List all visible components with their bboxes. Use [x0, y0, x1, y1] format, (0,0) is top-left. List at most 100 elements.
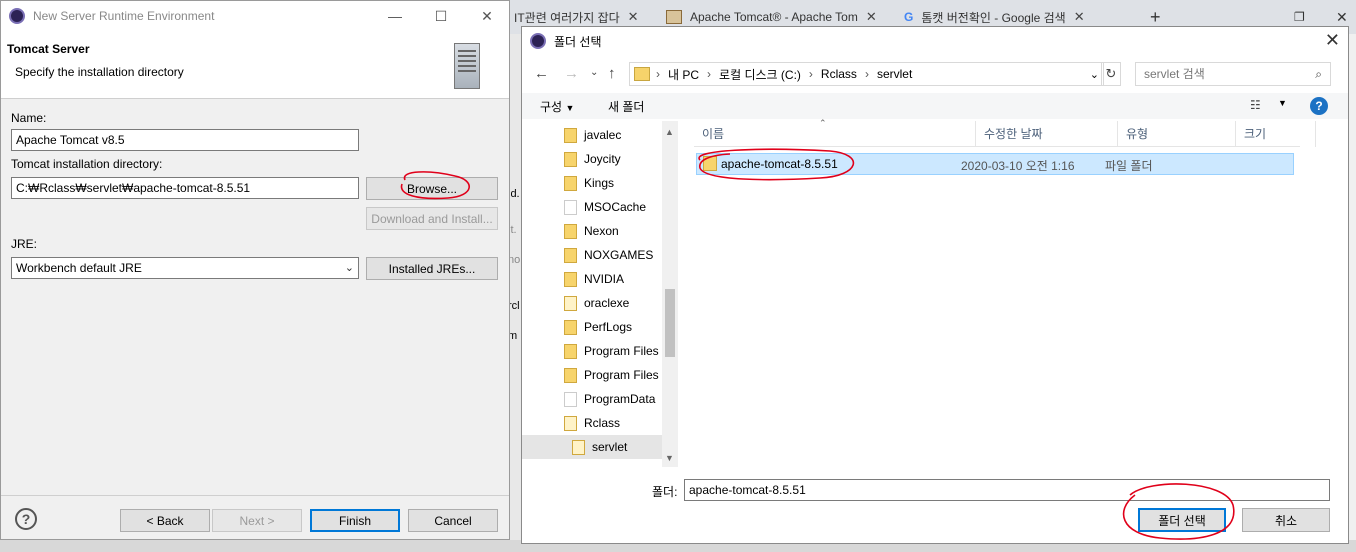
file-row-selected[interactable]: apache-tomcat-8.5.51 2020-03-10 오전 1:16 …: [696, 153, 1294, 175]
tree-item[interactable]: oraclexe: [522, 291, 662, 315]
caret-down-icon[interactable]: ▼: [1278, 98, 1287, 108]
folder-icon: [564, 415, 577, 431]
tree-item[interactable]: MSOCache: [522, 195, 662, 219]
tree-item-label: Program Files: [584, 344, 659, 358]
organize-button[interactable]: 구성 ▼: [540, 98, 574, 115]
folder-icon: [564, 247, 577, 263]
next-button[interactable]: Next >: [212, 509, 302, 532]
tree-item[interactable]: PerfLogs: [522, 315, 662, 339]
column-modified[interactable]: 수정한 날짜: [976, 121, 1118, 147]
google-favicon-icon: G: [904, 10, 914, 24]
caret-down-icon[interactable]: ▼: [665, 453, 674, 463]
tree-item[interactable]: NVIDIA: [522, 267, 662, 291]
column-name[interactable]: 이름: [694, 121, 976, 147]
chevron-right-icon: ›: [656, 67, 660, 81]
folder-icon: [703, 156, 717, 171]
chevron-down-icon[interactable]: ⌄: [1090, 68, 1099, 81]
folder-icon: [564, 391, 577, 407]
scrollbar-thumb[interactable]: [665, 289, 675, 357]
address-bar[interactable]: › 내 PC › 로컬 디스크 (C:) › Rclass › servlet …: [629, 62, 1104, 86]
chevron-down-icon[interactable]: ⌄: [590, 67, 598, 78]
tree-item[interactable]: Joycity: [522, 147, 662, 171]
back-arrow-icon[interactable]: ←: [534, 65, 549, 82]
search-input[interactable]: servlet 검색 ⌕: [1135, 62, 1331, 86]
tree-item-label: oraclexe: [584, 296, 630, 310]
close-icon[interactable]: ✕: [1325, 30, 1340, 51]
breadcrumb-item[interactable]: Rclass: [821, 67, 857, 81]
tree-item[interactable]: Nexon: [522, 219, 662, 243]
tree-item-label: Kings: [584, 176, 615, 190]
new-server-runtime-dialog: New Server Runtime Environment — ☐ ✕ Tom…: [0, 0, 510, 540]
tree-item[interactable]: Program Files: [522, 363, 662, 387]
folder-icon: [564, 151, 577, 167]
caret-up-icon[interactable]: ▲: [665, 127, 674, 137]
cancel-button[interactable]: Cancel: [408, 509, 498, 532]
browser-tab-label: Apache Tomcat® - Apache Tom: [690, 10, 858, 24]
dialog-titlebar: New Server Runtime Environment — ☐ ✕: [1, 1, 509, 31]
wizard-title: Tomcat Server: [7, 42, 90, 56]
maximize-icon[interactable]: ☐: [419, 1, 463, 31]
dir-label: Tomcat installation directory:: [11, 157, 163, 171]
tree-item[interactable]: Rclass: [522, 411, 662, 435]
jre-select[interactable]: Workbench default JRE ⌄: [11, 257, 359, 279]
close-icon[interactable]: ✕: [628, 9, 639, 25]
refresh-icon[interactable]: ↻: [1101, 62, 1121, 86]
name-field[interactable]: Apache Tomcat v8.5: [11, 129, 359, 151]
file-list-header: 이름 ⌃ 수정한 날짜 유형 크기: [694, 118, 1316, 147]
folder-icon: [564, 343, 577, 359]
close-icon[interactable]: ✕: [1074, 9, 1085, 25]
folder-icon: [564, 319, 577, 335]
back-button[interactable]: < Back: [120, 509, 210, 532]
help-icon[interactable]: ?: [15, 508, 37, 530]
folder-icon: [564, 127, 577, 143]
column-size[interactable]: 크기: [1236, 121, 1316, 147]
wizard-header: Tomcat Server Specify the installation d…: [1, 31, 509, 99]
tree-item-label: ProgramData: [584, 392, 656, 406]
view-options-icon[interactable]: ☷: [1250, 98, 1261, 112]
close-icon[interactable]: ✕: [866, 9, 877, 25]
picker-title: 폴더 선택: [554, 34, 602, 49]
help-icon[interactable]: ?: [1310, 97, 1328, 115]
install-dir-field[interactable]: C:₩Rclass₩servlet₩apache-tomcat-8.5.51: [11, 177, 359, 199]
column-type[interactable]: 유형: [1118, 121, 1236, 147]
tree-item[interactable]: javalec: [522, 123, 662, 147]
folder-icon: [564, 223, 577, 239]
browse-button[interactable]: Browse...: [366, 177, 498, 200]
folder-field[interactable]: apache-tomcat-8.5.51: [684, 479, 1330, 501]
installed-jres-button[interactable]: Installed JREs...: [366, 257, 498, 280]
tree-item[interactable]: NOXGAMES: [522, 243, 662, 267]
browser-tab-label: 톰캣 버전확인 - Google 검색: [921, 10, 1066, 25]
folder-icon: [564, 271, 577, 287]
row-name: apache-tomcat-8.5.51: [721, 157, 838, 171]
tree-item[interactable]: Program Files: [522, 339, 662, 363]
list-scrollbar[interactable]: [1332, 121, 1348, 467]
folder-icon: [564, 175, 577, 191]
up-arrow-icon[interactable]: ↑: [608, 65, 616, 82]
tree-item-label: Nexon: [584, 224, 619, 238]
dialog-title: New Server Runtime Environment: [33, 9, 215, 23]
breadcrumb-item[interactable]: servlet: [877, 67, 912, 81]
sort-caret-icon: ⌃: [819, 118, 827, 128]
search-icon: ⌕: [1315, 67, 1322, 81]
tree-item-selected[interactable]: servlet: [522, 435, 662, 459]
select-folder-button[interactable]: 폴더 선택: [1138, 508, 1226, 532]
browser-tab-label: IT관련 여러가지 잡다: [514, 10, 620, 25]
tree-item[interactable]: Kings: [522, 171, 662, 195]
name-label: Name:: [11, 111, 47, 125]
forward-arrow-icon[interactable]: →: [564, 65, 579, 82]
close-icon[interactable]: ✕: [465, 1, 509, 31]
breadcrumb-item[interactable]: 내 PC: [668, 66, 699, 83]
breadcrumb-item[interactable]: 로컬 디스크 (C:): [719, 66, 801, 83]
new-folder-button[interactable]: 새 폴더: [608, 98, 644, 115]
eclipse-icon: [9, 8, 25, 24]
finish-button[interactable]: Finish: [310, 509, 400, 532]
background-window-edge: ld. it. no rcl m: [508, 34, 522, 552]
tree-item-label: MSOCache: [584, 200, 647, 214]
folder-icon: [564, 295, 577, 311]
picker-cancel-button[interactable]: 취소: [1242, 508, 1330, 532]
tree-item[interactable]: ProgramData: [522, 387, 662, 411]
tree-item-label: NOXGAMES: [584, 248, 654, 262]
minimize-icon[interactable]: —: [373, 1, 417, 31]
tree-scrollbar[interactable]: ▲ ▼: [662, 121, 678, 467]
download-install-button[interactable]: Download and Install...: [366, 207, 498, 230]
